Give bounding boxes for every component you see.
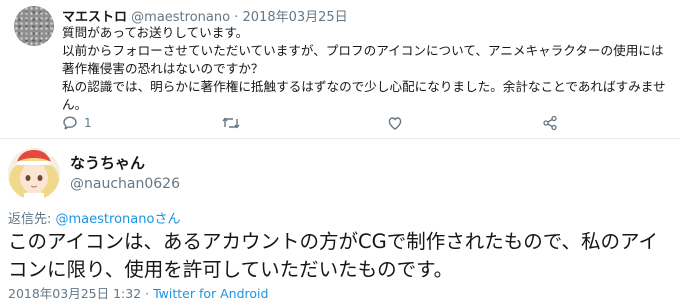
client-link[interactable]: Twitter for Android	[153, 286, 268, 301]
tweet-footer: 2018年03月25日 1:32 · Twitter for Android	[8, 283, 268, 302]
avatar-nauchan0626[interactable]	[8, 148, 60, 200]
meta-separator: ·	[234, 10, 239, 25]
tweet-actions: 1	[62, 114, 582, 134]
share-button[interactable]	[542, 114, 558, 132]
reply-prefix: 返信先:	[8, 212, 56, 227]
like-button[interactable]	[387, 114, 403, 132]
reply-count: 1	[84, 116, 92, 130]
heart-icon	[388, 117, 402, 130]
reply-icon	[63, 116, 77, 130]
tweet-date[interactable]: 2018年03月25日	[243, 10, 348, 25]
reply-honorific: さん	[154, 212, 181, 227]
tweet-maestronano[interactable]: マエストロ @maestronano · 2018年03月25日 質問があってお…	[0, 0, 680, 136]
tweet-nauchan0626[interactable]: なうちゃん @nauchan0626 返信先: @maestronanoさん こ…	[0, 140, 680, 302]
tweet-divider	[0, 138, 680, 139]
user-handle[interactable]: @maestronano	[131, 10, 230, 25]
display-name[interactable]: なうちゃん	[70, 152, 145, 173]
tweet-header: マエストロ @maestronano · 2018年03月25日	[62, 6, 348, 25]
avatar-maestronano[interactable]	[14, 6, 54, 46]
reply-mention-link[interactable]: @maestronano	[56, 212, 155, 227]
share-icon	[543, 115, 557, 131]
anime-character-avatar-image	[8, 148, 60, 200]
tweet-line: 以前からフォローさせていただいていますが、プロフのアイコンについて、アニメキャラ…	[62, 43, 664, 76]
reply-button[interactable]: 1	[62, 114, 92, 132]
retweet-icon	[222, 117, 240, 129]
user-handle[interactable]: @nauchan0626	[70, 176, 180, 192]
tweet-body: このアイコンは、あるアカウントの方がCGで制作されたもので、私のアイコンに限り、…	[8, 230, 658, 281]
tweet-timestamp[interactable]: 2018年03月25日 1:32 ·	[8, 286, 153, 301]
display-name[interactable]: マエストロ	[62, 10, 127, 25]
tweet-line: 質問があってお送りしています。	[62, 25, 249, 40]
retweet-button[interactable]	[222, 114, 240, 132]
tweet-line: 私の認識では、明らかに著作権に抵触するはずなので少し心配になりました。余計なこと…	[62, 79, 666, 112]
reply-context: 返信先: @maestronanoさん	[8, 208, 180, 227]
tweet-body: 質問があってお送りしています。 以前からフォローさせていただいていますが、プロフ…	[62, 24, 672, 114]
